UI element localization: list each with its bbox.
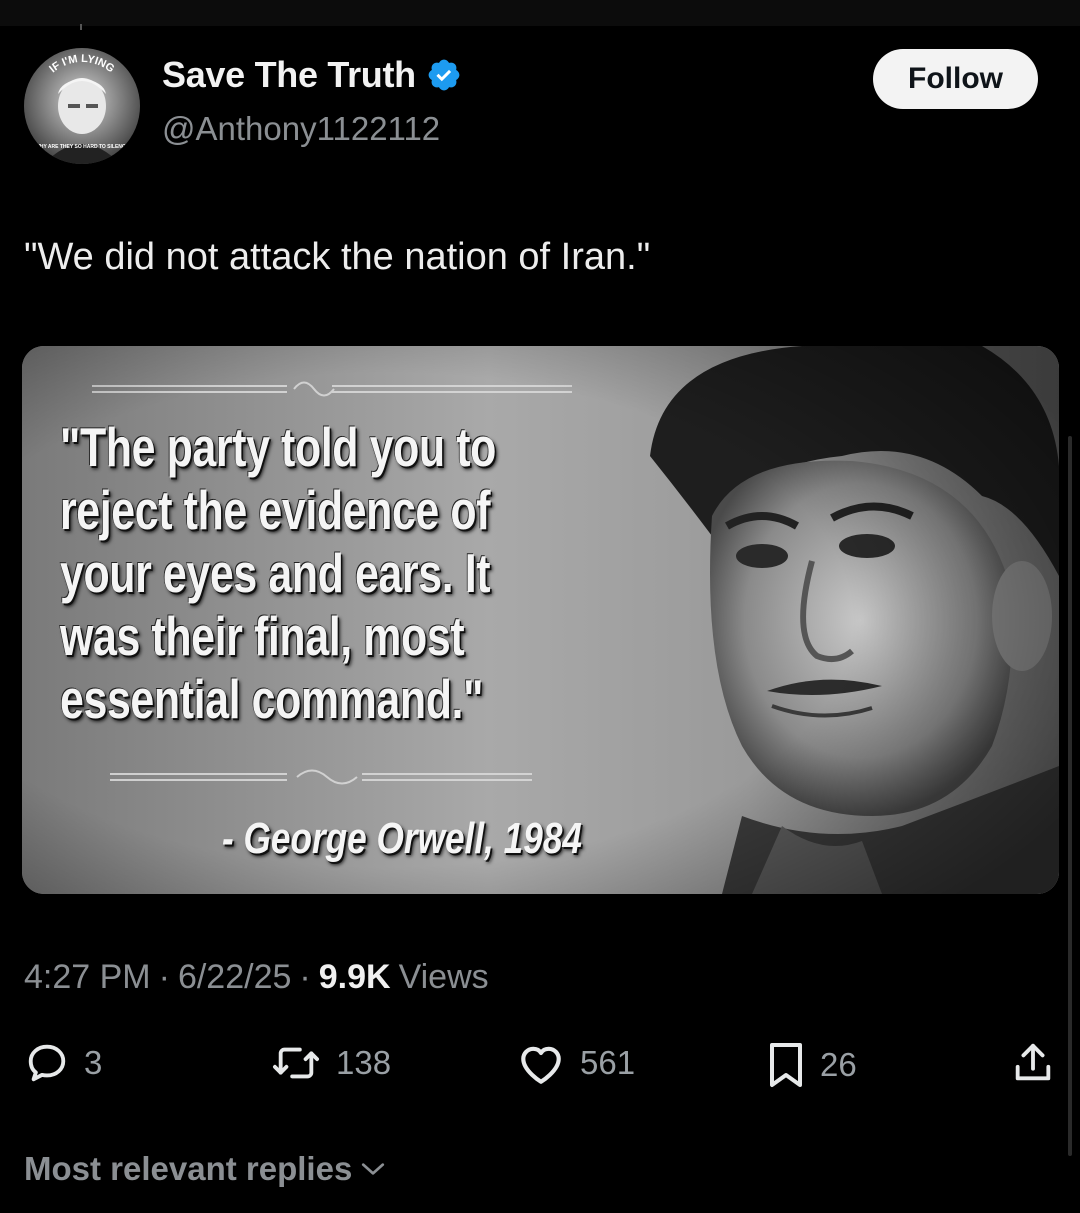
image-quote-line: essential command." (60, 668, 484, 730)
avatar[interactable]: IF I'M LYING WHY ARE THEY SO HARD TO SIL… (24, 48, 140, 164)
views-count[interactable]: 9.9K (319, 958, 391, 997)
tweet-meta: 4:27 PM · 6/22/25 · 9.9K Views (24, 958, 489, 997)
chevron-down-icon (362, 1163, 385, 1175)
bookmark-icon (770, 1043, 802, 1087)
image-quote-line: your eyes and ears. It (60, 542, 491, 604)
reply-count: 3 (84, 1044, 103, 1081)
meta-separator: · (299, 958, 311, 996)
scrollbar[interactable] (1068, 436, 1072, 1156)
tweet-media-image[interactable]: "The party told you to reject the eviden… (22, 346, 1059, 894)
image-quote-line: "The party told you to (60, 416, 496, 478)
follow-button[interactable]: Follow (873, 49, 1038, 109)
like-button[interactable]: 561 (516, 1040, 635, 1086)
top-bar-indicator (80, 24, 82, 30)
avatar-bottom-text: WHY ARE THEY SO HARD TO SILENCE (35, 144, 129, 150)
author-name-row: Save The Truth (162, 54, 462, 96)
verified-badge-icon (428, 59, 460, 91)
tweet-detail-screen: IF I'M LYING WHY ARE THEY SO HARD TO SIL… (0, 0, 1080, 1213)
image-quote-attribution: - George Orwell, 1984 (222, 814, 582, 863)
repost-icon (272, 1047, 319, 1079)
repost-count: 138 (336, 1044, 392, 1081)
author-handle[interactable]: @Anthony1122112 (162, 110, 440, 148)
image-quote-line: reject the evidence of (60, 479, 491, 541)
reply-button[interactable]: 3 (24, 1040, 102, 1086)
views-label: Views (398, 958, 489, 996)
heart-icon (521, 1046, 561, 1084)
action-bar: 3 138 561 26 (0, 1040, 1080, 1096)
image-quote-text: "The party told you to reject the eviden… (60, 416, 496, 731)
reply-icon (28, 1044, 66, 1082)
tweet-time[interactable]: 4:27 PM (24, 958, 151, 997)
meta-separator: · (158, 958, 170, 996)
avatar-image: IF I'M LYING WHY ARE THEY SO HARD TO SIL… (24, 48, 140, 164)
repost-button[interactable]: 138 (270, 1040, 391, 1086)
author-display-name[interactable]: Save The Truth (162, 54, 416, 96)
tweet-text: "We did not attack the nation of Iran." (24, 236, 651, 278)
bookmark-count: 26 (820, 1046, 857, 1083)
tweet-date[interactable]: 6/22/25 (178, 958, 291, 997)
share-button[interactable] (1010, 1040, 1056, 1086)
bookmark-button[interactable]: 26 (766, 1040, 857, 1090)
image-quote-line: was their final, most (60, 605, 465, 667)
like-count: 561 (580, 1044, 636, 1081)
share-icon (1015, 1043, 1051, 1081)
top-bar (0, 0, 1080, 30)
replies-sort-label: Most relevant replies (24, 1150, 353, 1187)
replies-sort-dropdown[interactable]: Most relevant replies (24, 1150, 386, 1188)
